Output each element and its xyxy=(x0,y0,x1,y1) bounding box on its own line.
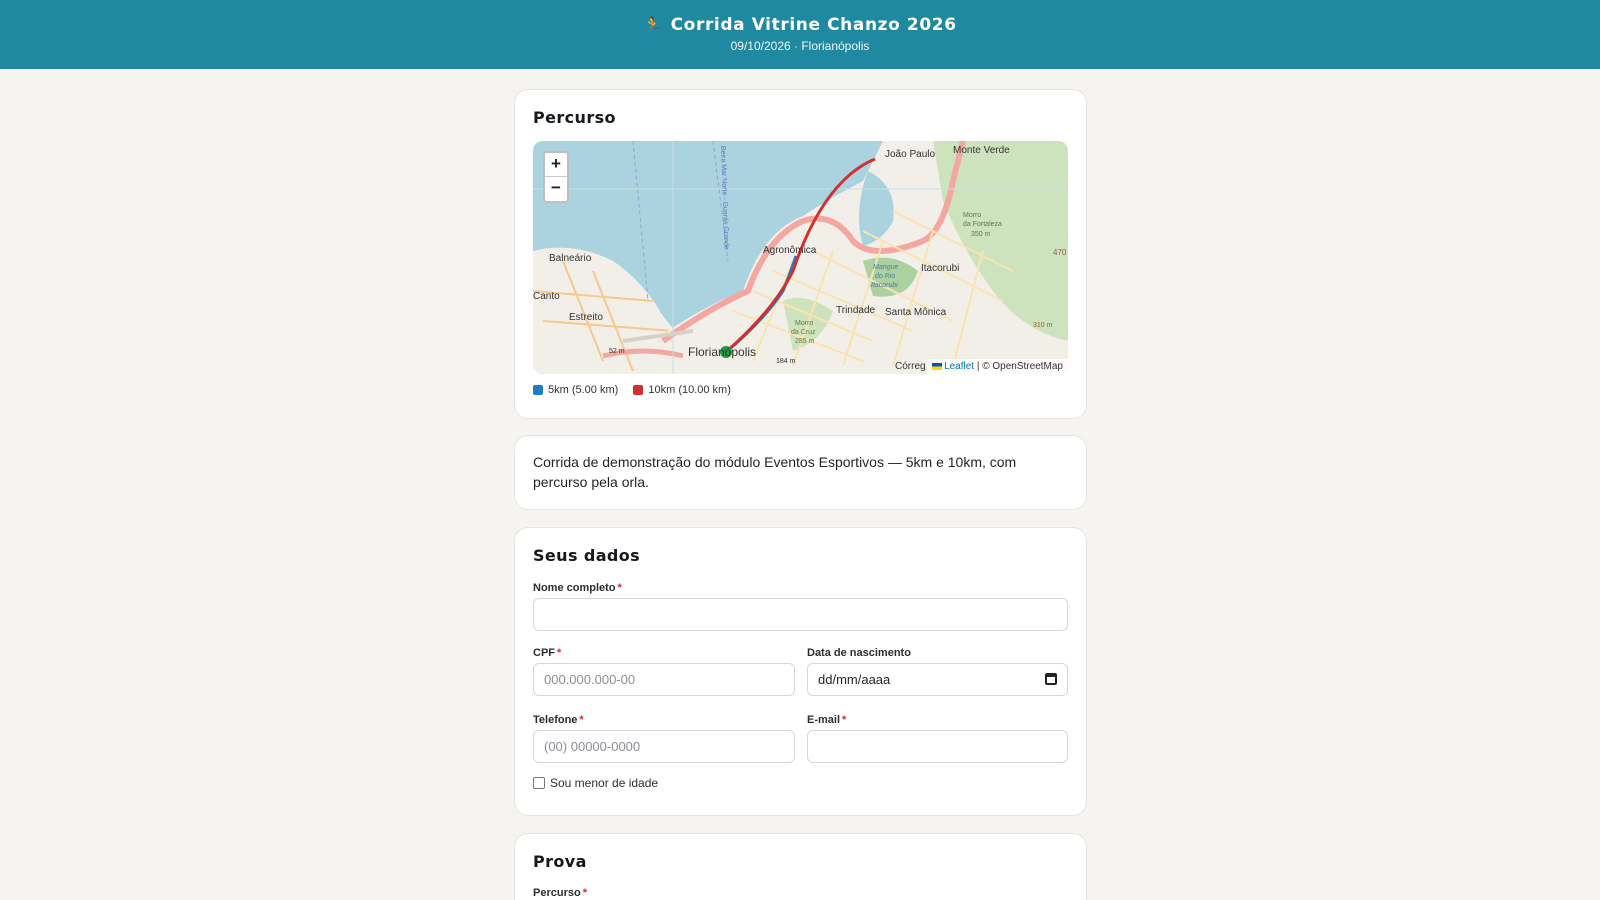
route-section-title: Percurso xyxy=(533,108,616,127)
route-card: Percurso João Paulo Monte Verde Morro da… xyxy=(514,89,1087,419)
svg-text:Itacorubi: Itacorubi xyxy=(921,263,959,274)
cpf-input[interactable]: 000.000.000-00 xyxy=(533,663,795,696)
required-mark: * xyxy=(582,887,587,899)
svg-text:Mangue: Mangue xyxy=(873,264,898,271)
runner-icon: 🏃 xyxy=(643,16,663,34)
birth-date-label: Data de nascimento xyxy=(807,647,911,659)
race-route-label: Percurso * xyxy=(533,887,587,899)
map-tiles: João Paulo Monte Verde Morro da Fortalez… xyxy=(533,141,1068,374)
name-label: Nome completo * xyxy=(533,582,622,594)
minor-checkbox[interactable] xyxy=(533,777,545,789)
birth-date-input[interactable]: dd/mm/aaaa xyxy=(807,663,1068,696)
legend-label-10km: 10km (10.00 km) xyxy=(648,384,731,396)
personal-section-title: Seus dados xyxy=(533,546,641,565)
map-zoom-control: + − xyxy=(543,151,569,203)
svg-text:Trindade: Trindade xyxy=(836,305,876,316)
legend-swatch-5km xyxy=(533,385,543,395)
leaflet-link[interactable]: Leaflet xyxy=(944,361,974,372)
race-card: Prova Percurso * xyxy=(514,833,1087,900)
email-input[interactable] xyxy=(807,730,1068,763)
required-mark: * xyxy=(842,714,847,726)
svg-text:Itacorubi: Itacorubi xyxy=(871,282,898,289)
svg-text:do Rio: do Rio xyxy=(875,273,895,280)
legend-item-10km: 10km (10.00 km) xyxy=(633,384,731,396)
svg-text:da Fortaleza: da Fortaleza xyxy=(963,221,1002,228)
ukraine-flag-icon xyxy=(932,363,943,370)
map-attribution: Leaflet | © OpenStreetMap xyxy=(927,359,1068,374)
route-map[interactable]: João Paulo Monte Verde Morro da Fortalez… xyxy=(533,141,1068,374)
cpf-label: CPF * xyxy=(533,647,561,659)
zoom-out-button[interactable]: − xyxy=(545,177,567,201)
email-label-text: E-mail xyxy=(807,714,841,726)
svg-text:184 m: 184 m xyxy=(776,358,796,365)
name-label-text: Nome completo xyxy=(533,582,616,594)
svg-text:Agronômica: Agronômica xyxy=(763,245,817,256)
svg-text:Santa Mônica: Santa Mônica xyxy=(885,307,947,318)
email-label: E-mail * xyxy=(807,714,846,726)
phone-label: Telefone * xyxy=(533,714,584,726)
svg-text:da Cruz: da Cruz xyxy=(791,329,816,336)
event-header: 🏃 Corrida Vitrine Chanzo 2026 09/10/2026 … xyxy=(0,0,1600,69)
svg-text:350 m: 350 m xyxy=(971,231,991,238)
legend-item-5km: 5km (5.00 km) xyxy=(533,384,618,396)
personal-data-card: Seus dados Nome completo * CPF * 000.000.0… xyxy=(514,527,1087,816)
svg-text:Florianópolis: Florianópolis xyxy=(688,345,756,359)
calendar-icon[interactable] xyxy=(1045,673,1057,685)
event-title-row: 🏃 Corrida Vitrine Chanzo 2026 xyxy=(0,15,1600,35)
osm-attribution: | © OpenStreetMap xyxy=(976,361,1063,372)
svg-text:310 m: 310 m xyxy=(1033,322,1053,329)
event-title: Corrida Vitrine Chanzo 2026 xyxy=(670,15,957,35)
minor-checkbox-label[interactable]: Sou menor de idade xyxy=(550,776,658,790)
required-mark: * xyxy=(557,647,562,659)
event-date-location: 09/10/2026 · Florianópolis xyxy=(730,39,870,53)
svg-text:Balneário: Balneário xyxy=(549,253,592,264)
svg-text:Morro: Morro xyxy=(963,212,981,219)
svg-text:Canto: Canto xyxy=(533,291,560,302)
svg-text:52 m: 52 m xyxy=(609,348,625,355)
required-mark: * xyxy=(617,582,622,594)
svg-text:Córreg: Córreg xyxy=(895,361,926,372)
birth-date-value: dd/mm/aaaa xyxy=(818,672,891,687)
race-section-title: Prova xyxy=(533,852,587,871)
svg-text:285 m: 285 m xyxy=(795,338,815,345)
race-route-label-text: Percurso xyxy=(533,887,581,899)
legend-label-5km: 5km (5.00 km) xyxy=(548,384,619,396)
phone-label-text: Telefone xyxy=(533,714,578,726)
zoom-in-button[interactable]: + xyxy=(545,153,567,177)
svg-text:Morro: Morro xyxy=(795,320,813,327)
legend-swatch-10km xyxy=(633,385,644,395)
svg-text:Monte Verde: Monte Verde xyxy=(953,145,1010,156)
event-description: Corrida de demonstração do módulo Evento… xyxy=(533,454,1017,490)
name-input[interactable] xyxy=(533,598,1068,631)
svg-text:Estreito: Estreito xyxy=(569,312,603,323)
svg-text:470: 470 xyxy=(1053,248,1067,257)
route-legend: 5km (5.00 km) 10km (10.00 km) xyxy=(533,384,743,398)
cpf-label-text: CPF xyxy=(533,647,555,659)
description-card: Corrida de demonstração do módulo Evento… xyxy=(514,435,1087,510)
phone-input[interactable]: (00) 00000-0000 xyxy=(533,730,795,763)
svg-text:João Paulo: João Paulo xyxy=(885,149,935,160)
required-mark: * xyxy=(579,714,584,726)
